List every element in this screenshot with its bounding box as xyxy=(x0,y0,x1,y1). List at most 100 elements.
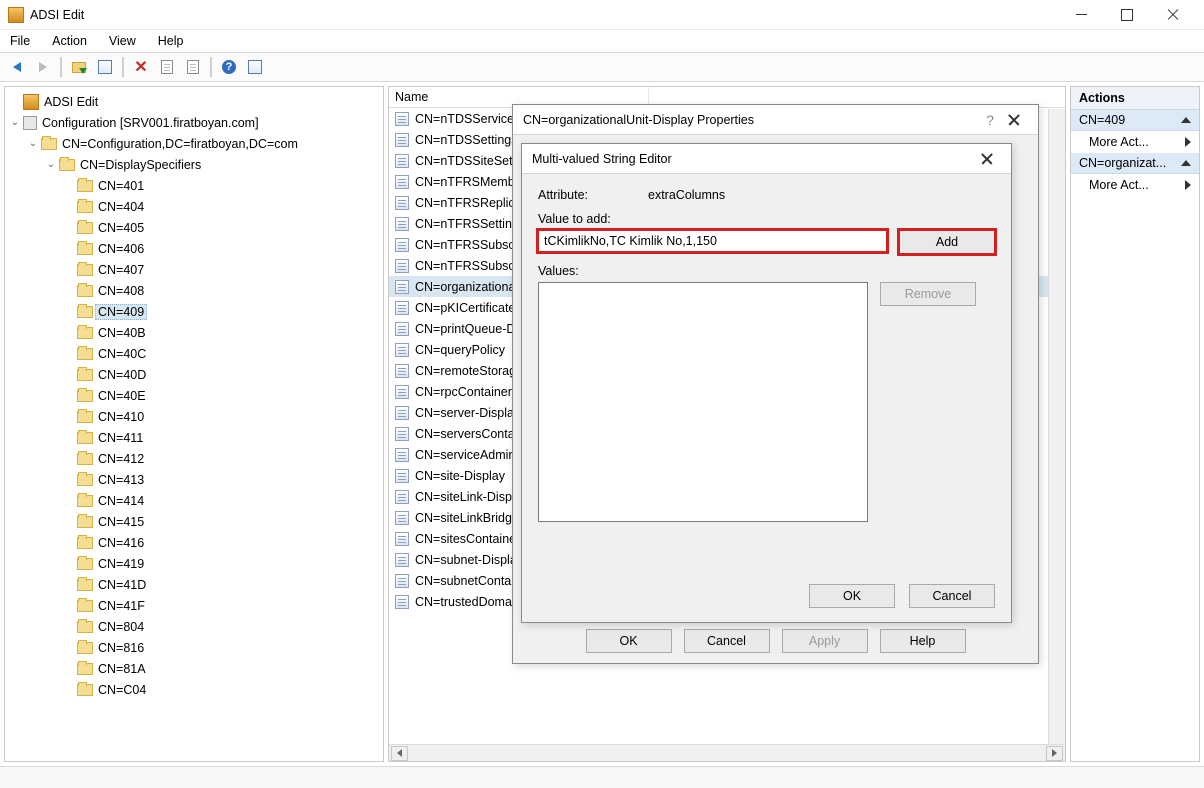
tree-item[interactable]: CN=40C xyxy=(9,343,383,364)
tree-item-label: CN=40D xyxy=(98,368,146,382)
tree-item[interactable]: CN=401 xyxy=(9,175,383,196)
tree-twisty-icon[interactable]: ⌄ xyxy=(45,159,57,170)
actions-group-label: CN=organizat... xyxy=(1079,156,1166,170)
tree-item[interactable]: CN=407 xyxy=(9,259,383,280)
editor-cancel-button[interactable]: Cancel xyxy=(909,584,995,608)
chevron-left-icon xyxy=(397,749,402,757)
object-icon xyxy=(395,532,409,546)
tree-item[interactable]: CN=40B xyxy=(9,322,383,343)
actions-more-2[interactable]: More Act... xyxy=(1071,174,1199,196)
menu-help[interactable]: Help xyxy=(154,32,188,50)
editor-ok-button[interactable]: OK xyxy=(809,584,895,608)
folder-icon xyxy=(77,663,93,675)
folder-icon xyxy=(77,642,93,654)
vertical-scrollbar[interactable] xyxy=(1048,109,1065,744)
properties-button[interactable] xyxy=(156,56,178,78)
toolbar: ✕ ? xyxy=(0,52,1204,82)
tree-item[interactable]: CN=40D xyxy=(9,364,383,385)
help-button[interactable]: ? xyxy=(218,56,240,78)
scroll-right-button[interactable] xyxy=(1046,746,1063,761)
tree-item[interactable]: CN=41F xyxy=(9,595,383,616)
add-button[interactable]: Add xyxy=(899,230,995,254)
tree-item-label: Configuration [SRV001.firatboyan.com] xyxy=(42,116,259,130)
tree-item-label: CN=411 xyxy=(98,431,143,445)
folder-icon xyxy=(77,495,93,507)
properties-dialog-title-text: CN=organizationalUnit-Display Properties xyxy=(523,113,980,127)
editor-dialog-title[interactable]: Multi-valued String Editor xyxy=(522,144,1011,174)
tree-item[interactable]: CN=415 xyxy=(9,511,383,532)
tree-twisty-icon[interactable]: ⌄ xyxy=(27,138,39,149)
folder-icon xyxy=(77,558,93,570)
toolbar-separator xyxy=(210,57,212,77)
tree-item[interactable]: ⌄ Configuration [SRV001.firatboyan.com] xyxy=(9,112,383,133)
tree-item[interactable]: CN=40E xyxy=(9,385,383,406)
scroll-left-button[interactable] xyxy=(391,746,408,761)
object-icon xyxy=(395,343,409,357)
value-to-add-label: Value to add: xyxy=(538,212,995,226)
folder-icon xyxy=(77,474,93,486)
actions-more-label: More Act... xyxy=(1089,178,1149,192)
tree-item[interactable]: CN=412 xyxy=(9,448,383,469)
dialog-close-button[interactable] xyxy=(1000,108,1028,132)
show-hide-tree-button[interactable] xyxy=(94,56,116,78)
values-listbox[interactable] xyxy=(538,282,868,522)
menu-action[interactable]: Action xyxy=(48,32,91,50)
value-to-add-input[interactable] xyxy=(538,230,887,252)
window-close-button[interactable] xyxy=(1150,0,1196,30)
tree-item-label: CN=404 xyxy=(98,200,144,214)
object-icon xyxy=(395,469,409,483)
tree-item[interactable]: ⌄CN=Configuration,DC=firatboyan,DC=com xyxy=(9,133,383,154)
tree-item[interactable]: ⌄CN=DisplaySpecifiers xyxy=(9,154,383,175)
dialog-help-button[interactable]: ? xyxy=(980,112,1000,128)
tree-item[interactable]: CN=41D xyxy=(9,574,383,595)
tree-item[interactable]: CN=419 xyxy=(9,553,383,574)
tree-item-label: CN=41F xyxy=(98,599,145,613)
delete-icon: ✕ xyxy=(134,57,147,77)
properties-cancel-button[interactable]: Cancel xyxy=(684,629,770,653)
properties-help-button[interactable]: Help xyxy=(880,629,966,653)
tree-item[interactable]: CN=416 xyxy=(9,532,383,553)
tree-item[interactable]: CN=414 xyxy=(9,490,383,511)
tree-item[interactable]: CN=411 xyxy=(9,427,383,448)
tree-pane[interactable]: ADSI Edit⌄Configuration [SRV001.firatboy… xyxy=(4,86,384,762)
actions-header: Actions xyxy=(1071,87,1199,110)
object-icon xyxy=(395,448,409,462)
tree-item[interactable]: CN=C04 xyxy=(9,679,383,700)
tree-item[interactable]: CN=413 xyxy=(9,469,383,490)
tree-item-label: CN=410 xyxy=(98,410,144,424)
grid-icon xyxy=(248,60,262,74)
properties-dialog-title[interactable]: CN=organizationalUnit-Display Properties… xyxy=(513,105,1038,135)
up-folder-button[interactable] xyxy=(68,56,90,78)
tree-item[interactable]: CN=816 xyxy=(9,637,383,658)
horizontal-scrollbar[interactable] xyxy=(389,744,1065,761)
object-icon xyxy=(395,427,409,441)
tree-item[interactable]: CN=804 xyxy=(9,616,383,637)
delete-button[interactable]: ✕ xyxy=(130,56,152,78)
actions-group-cn409[interactable]: CN=409 xyxy=(1071,110,1199,131)
object-icon xyxy=(395,364,409,378)
folder-icon xyxy=(77,390,93,402)
actions-group-ou[interactable]: CN=organizat... xyxy=(1071,153,1199,174)
menu-view[interactable]: View xyxy=(105,32,140,50)
tree-item-label: CN=40B xyxy=(98,326,146,340)
editor-close-button[interactable] xyxy=(973,147,1001,171)
actions-more-1[interactable]: More Act... xyxy=(1071,131,1199,153)
view-button[interactable] xyxy=(244,56,266,78)
window-maximize-button[interactable] xyxy=(1104,0,1150,30)
tree-item[interactable]: ADSI Edit xyxy=(9,91,383,112)
tree-item[interactable]: CN=405 xyxy=(9,217,383,238)
menu-file[interactable]: File xyxy=(6,32,34,50)
tree-item[interactable]: CN=81A xyxy=(9,658,383,679)
tree-item[interactable]: CN=406 xyxy=(9,238,383,259)
properties-ok-button[interactable]: OK xyxy=(586,629,672,653)
tree-twisty-icon[interactable]: ⌄ xyxy=(9,117,21,128)
tree-item[interactable]: CN=410 xyxy=(9,406,383,427)
tree-item[interactable]: CN=409 xyxy=(9,301,383,322)
tree-item-label: ADSI Edit xyxy=(44,95,98,109)
window-minimize-button[interactable] xyxy=(1058,0,1104,30)
remove-button: Remove xyxy=(880,282,976,306)
nav-back-button[interactable] xyxy=(6,56,28,78)
tree-item[interactable]: CN=404 xyxy=(9,196,383,217)
refresh-button[interactable] xyxy=(182,56,204,78)
tree-item[interactable]: CN=408 xyxy=(9,280,383,301)
